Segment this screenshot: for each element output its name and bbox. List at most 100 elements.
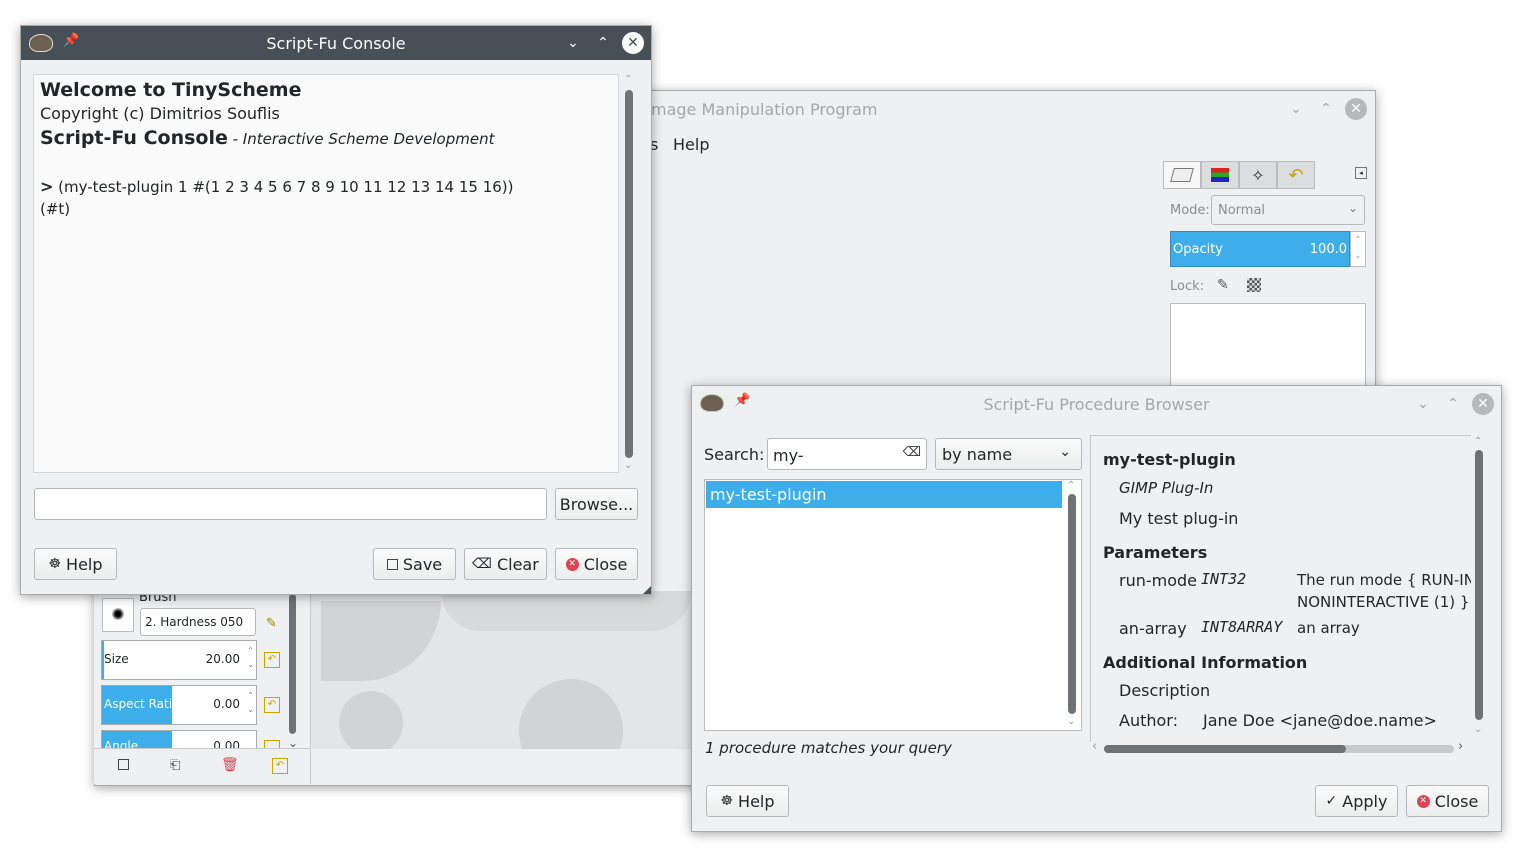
close-icon[interactable]: ✕ [622, 32, 644, 54]
close-icon[interactable]: ✕ [1472, 393, 1494, 415]
size-slider[interactable]: Size 20.00 ⌃ ⌄ [101, 640, 257, 680]
opacity-slider[interactable]: Opacity 100.0 [1170, 231, 1350, 267]
opacity-spinner[interactable]: ⌃ ⌄ [1350, 231, 1366, 267]
help-button[interactable]: ☸ Help [34, 548, 117, 580]
tab-layers[interactable] [1163, 161, 1201, 189]
minimize-icon[interactable]: ⌄ [562, 32, 584, 54]
reset-options-icon[interactable]: ↶ [272, 758, 288, 774]
console-window: 📌 Script-Fu Console ⌄ ⌃ ✕ Welcome to Tin… [20, 25, 652, 595]
chevron-down-icon: ⌄ [1059, 444, 1071, 460]
search-input[interactable]: my- ⌫ [767, 438, 927, 470]
detail-blurb: My test plug-in [1119, 509, 1239, 528]
pin-icon[interactable]: 📌 [734, 393, 750, 408]
angle-slider[interactable]: Angle 0.00 [101, 730, 257, 748]
tab-paths[interactable]: ✧ [1239, 161, 1277, 189]
size-reset-icon[interactable]: ↶ [264, 652, 280, 668]
detail-hscrollbar[interactable]: ‹ › [1092, 739, 1470, 756]
lock-alpha-icon[interactable] [1247, 278, 1261, 292]
maximize-icon[interactable]: ⌃ [592, 32, 614, 54]
detail-vscrollbar[interactable]: ⌃ ⌄ [1474, 436, 1484, 736]
scroll-up-icon[interactable]: ⌃ [1474, 436, 1482, 447]
tool-options-scrollbar[interactable] [288, 594, 298, 738]
aspect-spinner-icon[interactable]: ⌃ ⌄ [247, 689, 254, 717]
mode-label: Mode: [1170, 203, 1210, 218]
results-scroll-thumb[interactable] [1068, 494, 1076, 714]
scroll-right-icon[interactable]: › [1458, 739, 1463, 754]
layers-icon [1170, 168, 1194, 182]
detail-vscroll-thumb[interactable] [1475, 450, 1483, 720]
scroll-left-icon[interactable]: ‹ [1092, 739, 1097, 754]
param-name: an-array [1119, 619, 1187, 638]
gimp-app-icon [700, 394, 724, 412]
restore-options-icon[interactable]: ⎗ [170, 758, 180, 773]
console-scroll-thumb[interactable] [625, 90, 633, 458]
maximize-icon[interactable]: ⌃ [1442, 393, 1464, 415]
aspect-slider[interactable]: Aspect Ratio 0.00 ⌃ ⌄ [101, 685, 257, 725]
menu-item-help[interactable]: Help [673, 135, 709, 154]
brush-name-field[interactable]: 2. Hardness 050 [140, 608, 256, 636]
console-welcome: Welcome to TinyScheme [40, 79, 302, 101]
pin-icon[interactable]: 📌 [63, 33, 79, 48]
scroll-down-icon[interactable]: ⌄ [1067, 716, 1075, 727]
console-prompt: > [40, 177, 54, 196]
result-item-label: my-test-plugin [710, 485, 827, 504]
console-subtitle-line: Script-Fu Console - Interactive Scheme D… [40, 127, 494, 149]
brush-preview[interactable] [102, 598, 134, 632]
save-options-icon[interactable] [118, 759, 129, 770]
save-icon [386, 558, 398, 570]
detail-pane: my-test-plugin GIMP Plug-In My test plug… [1090, 435, 1471, 742]
console-scrollbar[interactable]: ⌃ ⌄ [624, 74, 634, 472]
param-desc-cont: NONINTERACTIVE (1) } [1297, 593, 1470, 611]
edit-brush-icon[interactable]: ✎ [266, 616, 277, 631]
tab-undo[interactable]: ↶ [1277, 161, 1315, 189]
scroll-down-icon[interactable]: ⌄ [624, 460, 632, 471]
param-type: INT8ARRAY [1201, 618, 1283, 636]
maximize-icon[interactable]: ⌃ [1315, 98, 1337, 120]
close-button[interactable]: ✕ Close [1406, 785, 1489, 817]
results-list[interactable]: my-test-plugin ⌃ ⌄ [704, 479, 1082, 731]
aspect-reset-icon[interactable]: ↶ [264, 697, 280, 713]
save-button[interactable]: Save [373, 548, 456, 580]
angle-value: 0.00 [213, 739, 240, 748]
console-output[interactable]: Welcome to TinyScheme Copyright (c) Dimi… [33, 74, 619, 473]
browse-button[interactable]: Browse... [555, 488, 638, 520]
lock-paint-icon[interactable]: ✎ [1217, 277, 1229, 293]
tool-options-footer: ⎗ 🗑 ↶ [94, 748, 310, 785]
mode-select[interactable]: Normal ⌄ [1211, 195, 1365, 225]
dock-menu-icon[interactable]: ◂ [1355, 167, 1367, 179]
console-input[interactable] [34, 488, 547, 520]
additional-heading: Additional Information [1103, 653, 1308, 672]
detail-hscroll-thumb[interactable] [1104, 745, 1346, 753]
search-label: Search: [704, 445, 765, 464]
procedure-browser-window: 📌 Script-Fu Procedure Browser ⌄ ⌃ ✕ Sear… [691, 385, 1502, 832]
results-scrollbar[interactable]: ⌃ ⌄ [1067, 480, 1077, 728]
console-subtitle: - Interactive Scheme Development [227, 130, 495, 148]
clear-button[interactable]: ⌫ Clear [464, 548, 547, 580]
apply-button[interactable]: ✓ Apply [1315, 785, 1398, 817]
help-button[interactable]: ☸ Help [706, 785, 789, 817]
param-desc: The run mode { RUN-IN [1297, 571, 1471, 589]
minimize-icon[interactable]: ⌄ [1285, 98, 1307, 120]
save-label: Save [402, 554, 443, 574]
close-label: Close [1434, 791, 1479, 811]
close-label: Close [583, 554, 628, 574]
size-spinner-icon[interactable]: ⌃ ⌄ [247, 644, 254, 672]
tab-channels[interactable] [1201, 161, 1239, 189]
result-item[interactable]: my-test-plugin [706, 481, 1062, 508]
detail-hscroll-track[interactable] [1104, 745, 1454, 753]
tool-options-scroll-thumb[interactable] [289, 594, 296, 734]
close-button[interactable]: ✕ Close [555, 548, 638, 580]
resize-grip-icon[interactable] [643, 586, 651, 594]
scroll-up-icon[interactable]: ⌃ [624, 74, 632, 85]
console-command-line: > (my-test-plugin 1 #(1 2 3 4 5 6 7 8 9 … [40, 177, 514, 196]
close-icon[interactable]: ✕ [1345, 98, 1367, 120]
scroll-up-icon[interactable]: ⌃ [1067, 480, 1075, 491]
opacity-value: 100.0 [1309, 242, 1347, 257]
lock-label: Lock: [1170, 279, 1205, 294]
clear-search-icon[interactable]: ⌫ [903, 445, 921, 460]
brush-dot-icon [112, 608, 124, 620]
scroll-down-icon[interactable]: ⌄ [1474, 724, 1482, 735]
search-by-select[interactable]: by name ⌄ [935, 438, 1082, 470]
delete-options-icon[interactable]: 🗑 [221, 757, 239, 773]
minimize-icon[interactable]: ⌄ [1412, 393, 1434, 415]
